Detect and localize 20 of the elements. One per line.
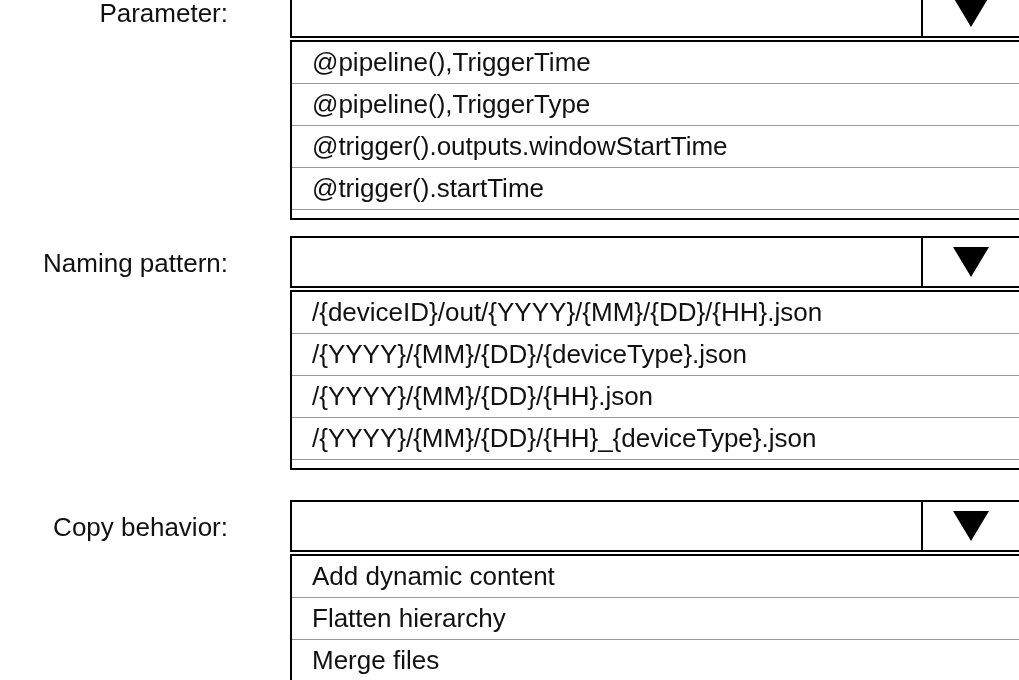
option-item[interactable]: @pipeline(),TriggerType [312, 89, 591, 119]
caret-icon [953, 511, 989, 541]
option-item[interactable]: /{YYYY}/{MM}/{DD}/{HH}_{deviceType}.json [312, 423, 817, 453]
caret-icon [953, 0, 989, 27]
option-item[interactable]: /{YYYY}/{MM}/{DD}/{HH}.json [312, 381, 654, 411]
field-label: Naming pattern: [42, 250, 229, 276]
caret-icon [953, 247, 989, 277]
field-label: Copy behavior: [52, 514, 229, 540]
dropdown[interactable] [290, 236, 1019, 288]
option-item[interactable]: @pipeline(),TriggerTime [312, 47, 591, 77]
option-item[interactable]: @trigger().startTime [312, 173, 544, 203]
option-item[interactable]: Flatten hierarchy [312, 603, 506, 633]
dropdown[interactable] [290, 0, 1019, 38]
option-item[interactable]: Add dynamic content [312, 561, 555, 591]
option-item[interactable]: /{YYYY}/{MM}/{DD}/{deviceType}.json [312, 339, 748, 369]
dropdown[interactable] [290, 500, 1019, 552]
option-item[interactable]: /{deviceID}/out/{YYYY}/{MM}/{DD}/{HH}.json [312, 297, 823, 327]
option-item[interactable]: Merge files [312, 645, 440, 675]
field-label: Parameter: [98, 0, 229, 26]
option-item[interactable]: @trigger().outputs.windowStartTime [312, 131, 728, 161]
